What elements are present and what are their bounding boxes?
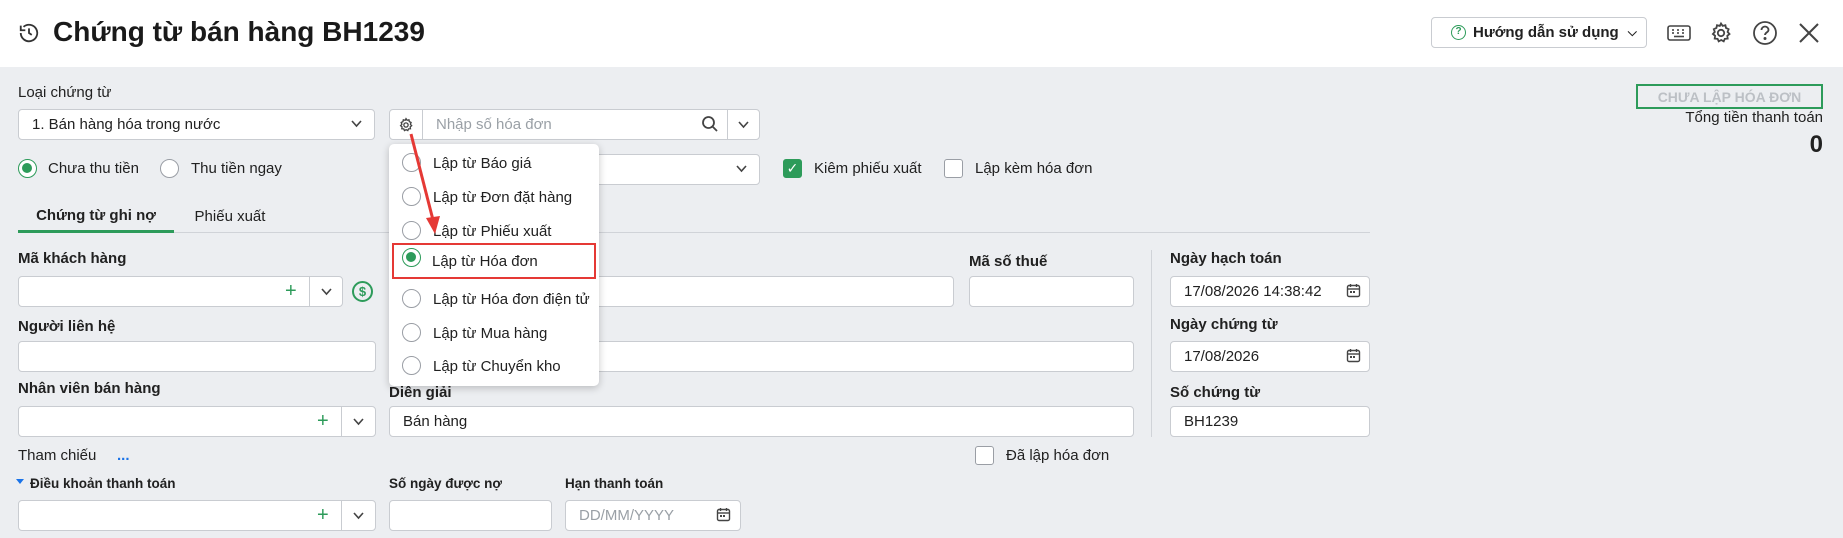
gear-icon[interactable]: [1705, 17, 1737, 49]
menu-item-label: Lập từ Hóa đơn: [432, 252, 538, 270]
salesperson-label: Nhân viên bán hàng: [18, 380, 161, 397]
radio-paid-now[interactable]: [160, 159, 179, 178]
description-label: Diễn giải: [389, 384, 452, 401]
invoice-number-input[interactable]: Nhập số hóa đơn: [422, 109, 728, 140]
voucher-type-select[interactable]: 1. Bán hàng hóa trong nước: [18, 109, 375, 140]
due-date-input[interactable]: DD/MM/YYYY: [565, 500, 741, 531]
credit-days-input[interactable]: [389, 500, 552, 531]
total-payment-label: Tổng tiền thanh toán: [1685, 109, 1823, 126]
close-icon[interactable]: [1793, 17, 1825, 49]
tab-debit-voucher[interactable]: Chứng từ ghi nợ: [18, 200, 174, 233]
history-icon[interactable]: [18, 22, 40, 48]
menu-item-from-invoice[interactable]: Lập từ Hóa đơn: [392, 243, 596, 279]
header-bar: Chứng từ bán hàng BH1239 ? Hướng dẫn sử …: [0, 0, 1843, 67]
contact-label: Người liên hệ: [18, 318, 116, 335]
voucher-date-label: Ngày chứng từ: [1170, 316, 1278, 333]
menu-item-label: Lập từ Chuyển kho: [433, 357, 561, 375]
payment-terms-input[interactable]: [18, 500, 342, 531]
chevron-down-icon: [353, 512, 364, 520]
description-input[interactable]: Bán hàng: [389, 406, 1134, 437]
due-date-label: Hạn thanh toán: [565, 476, 664, 491]
add-salesperson-icon[interactable]: +: [317, 411, 329, 431]
chevron-down-icon: [353, 418, 364, 426]
reference-link[interactable]: ...: [117, 447, 130, 464]
menu-item-label: Lập từ Phiếu xuất: [433, 222, 552, 240]
customer-name-input[interactable]: [560, 276, 954, 307]
customer-code-label: Mã khách hàng: [18, 250, 127, 267]
tab-debit-voucher-label: Chứng từ ghi nợ: [36, 206, 156, 224]
voucher-type-value: 1. Bán hàng hóa trong nước: [32, 116, 221, 133]
customer-code-input[interactable]: [18, 276, 310, 307]
customer-dropdown-button[interactable]: [309, 276, 343, 307]
help-guide-button[interactable]: ? Hướng dẫn sử dụng ⌵: [1431, 17, 1647, 48]
checkbox-export-receipt[interactable]: ✓: [783, 159, 802, 178]
payment-terms-dropdown-button[interactable]: [341, 500, 376, 531]
menu-item-from-e-invoice[interactable]: Lập từ Hóa đơn điện tử: [389, 284, 599, 314]
total-payment-value: 0: [1809, 131, 1823, 158]
radio-unpaid[interactable]: [18, 159, 37, 178]
reference-label: Tham chiếu: [18, 447, 97, 464]
posting-date-input[interactable]: 17/08/2026 14:38:42: [1170, 276, 1370, 307]
contact-input[interactable]: [18, 341, 376, 372]
caret-down-icon[interactable]: [16, 479, 24, 484]
salesperson-input[interactable]: [18, 406, 342, 437]
menu-item-radio: [402, 356, 421, 375]
chevron-down-icon: [320, 288, 332, 296]
chevron-down-icon: [350, 117, 363, 134]
chevron-down-icon: [738, 121, 749, 129]
checkbox-with-invoice[interactable]: [944, 159, 963, 178]
chevron-down-icon: [735, 162, 748, 179]
menu-item-radio: [402, 323, 421, 342]
menu-item-label: Lập từ Mua hàng: [433, 324, 548, 342]
column-divider: [1151, 250, 1152, 437]
tab-export-receipt[interactable]: Phiếu xuất: [174, 200, 286, 233]
chevron-down-icon: ⌵: [1627, 25, 1637, 39]
payment-terms-label: Điều khoản thanh toán: [30, 476, 176, 491]
menu-item-label: Lập từ Đơn đặt hàng: [433, 188, 573, 206]
menu-item-radio: [402, 289, 421, 308]
menu-item-from-transfer[interactable]: Lập từ Chuyển kho: [389, 351, 599, 381]
add-payment-terms-icon[interactable]: +: [317, 505, 329, 525]
search-icon[interactable]: [701, 115, 719, 137]
checkbox-export-receipt-label: Kiêm phiếu xuất: [814, 160, 922, 177]
radio-unpaid-label: Chưa thu tiền: [48, 160, 139, 177]
credit-days-label: Số ngày được nợ: [389, 476, 502, 491]
dollar-icon[interactable]: $: [352, 281, 373, 302]
invoice-dropdown-button[interactable]: [727, 109, 760, 140]
posting-date-label: Ngày hạch toán: [1170, 250, 1282, 267]
salesperson-dropdown-button[interactable]: [341, 406, 376, 437]
tax-code-label: Mã số thuế: [969, 253, 1048, 270]
calendar-icon[interactable]: [1346, 348, 1361, 367]
checkbox-invoiced-label: Đã lập hóa đơn: [1006, 447, 1110, 464]
calendar-icon[interactable]: [716, 507, 731, 526]
menu-item-radio: [402, 248, 421, 267]
tab-export-receipt-label: Phiếu xuất: [194, 208, 266, 225]
menu-item-label: Lập từ Hóa đơn điện tử: [433, 290, 590, 308]
page-title: Chứng từ bán hàng BH1239: [53, 16, 425, 47]
voucher-number-input[interactable]: BH1239: [1170, 406, 1370, 437]
tax-code-input[interactable]: [969, 276, 1134, 307]
radio-paid-now-label: Thu tiền ngay: [191, 160, 282, 177]
voucher-type-label: Loại chứng từ: [18, 84, 112, 101]
menu-item-from-purchase[interactable]: Lập từ Mua hàng: [389, 318, 599, 348]
help-guide-label: Hướng dẫn sử dụng: [1473, 24, 1619, 41]
checkbox-with-invoice-label: Lập kèm hóa đơn: [975, 160, 1093, 177]
calendar-icon[interactable]: [1346, 283, 1361, 302]
question-icon: ?: [1451, 25, 1466, 40]
address-input[interactable]: [560, 341, 1134, 372]
help-circle-icon[interactable]: [1749, 17, 1781, 49]
add-customer-icon[interactable]: +: [285, 281, 297, 301]
keyboard-icon[interactable]: [1663, 17, 1695, 49]
invoice-status-badge: CHƯA LẬP HÓA ĐƠN: [1636, 84, 1823, 109]
annotation-arrow: [409, 133, 440, 234]
voucher-number-label: Số chứng từ: [1170, 384, 1261, 401]
checkbox-invoiced[interactable]: [975, 446, 994, 465]
voucher-date-input[interactable]: 17/08/2026: [1170, 341, 1370, 372]
